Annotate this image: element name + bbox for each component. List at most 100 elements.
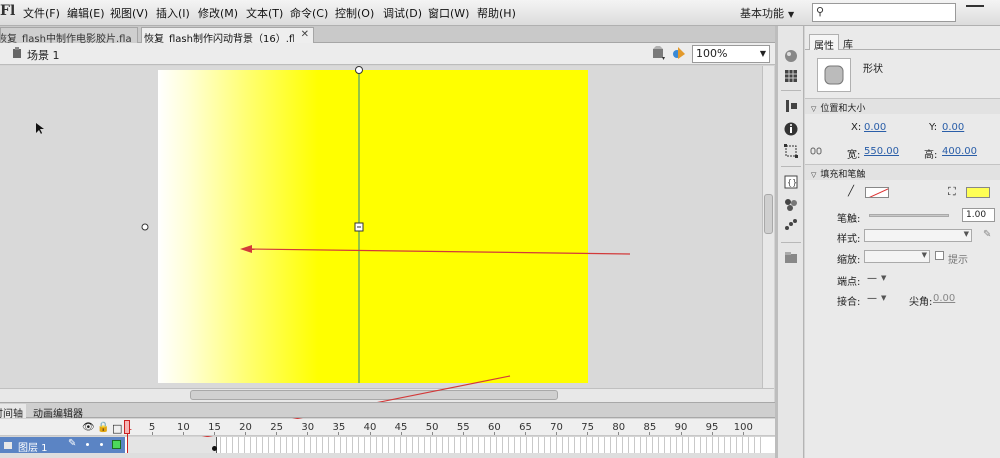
- menu-text[interactable]: 文本(T): [246, 5, 283, 21]
- layer-name-cell[interactable]: 图层 1 ✎: [0, 437, 125, 454]
- triangle-down-icon: ▽: [811, 171, 817, 179]
- cap-label: 端点:: [837, 277, 861, 288]
- transform-icon[interactable]: [782, 143, 800, 159]
- project-icon[interactable]: [782, 250, 800, 266]
- menu-edit[interactable]: 编辑(E): [67, 5, 105, 21]
- chevron-down-icon: ▼: [921, 251, 927, 259]
- code-snippets-icon[interactable]: {}: [782, 174, 800, 190]
- frame-tick: [742, 432, 744, 435]
- chevron-down-icon[interactable]: ▼: [881, 294, 886, 302]
- lock-icon[interactable]: 🔒: [97, 422, 109, 433]
- link-icon[interactable]: [810, 146, 822, 156]
- color-icon[interactable]: [782, 48, 800, 64]
- tab-timeline[interactable]: 时间轴: [0, 404, 26, 418]
- paint-bucket-icon: ⛶: [948, 185, 956, 198]
- layer-icon: [4, 442, 12, 449]
- document-tabs: 恢复_flash中制作电影胶片.fla 恢复_flash制作闪动背景（16）.f…: [0, 26, 775, 43]
- timeline-header: 👁 🔒 □ 1510152025303540455055606570758085…: [0, 419, 775, 436]
- edit-symbol-icon[interactable]: [672, 46, 686, 60]
- frame-tick: [556, 432, 558, 435]
- scrollbar-thumb[interactable]: [764, 194, 773, 234]
- miter-value[interactable]: 0.00: [933, 293, 955, 304]
- scale-select[interactable]: ▼: [864, 250, 930, 263]
- menu-control[interactable]: 控制(O): [335, 5, 374, 21]
- edit-stroke-style-icon[interactable]: ✎: [983, 229, 991, 240]
- visibility-dot[interactable]: [86, 443, 89, 446]
- workspace-label: 基本功能: [740, 7, 784, 20]
- section-fill-stroke[interactable]: ▽ 填充和笔触: [805, 164, 1000, 180]
- frame-tick: [431, 432, 433, 435]
- menu-window[interactable]: 窗口(W): [428, 5, 469, 21]
- no-color-icon: [869, 188, 888, 197]
- minimize-icon[interactable]: [966, 5, 984, 7]
- zoom-select[interactable]: 100% ▼: [692, 45, 770, 63]
- document-tab[interactable]: 恢复_flash中制作电影胶片.fla: [0, 27, 138, 43]
- height-value[interactable]: 400.00: [942, 146, 977, 157]
- menu-modify[interactable]: 修改(M): [198, 5, 238, 21]
- frame-tick: [245, 432, 247, 435]
- fill-color-swatch[interactable]: [966, 187, 990, 198]
- layer-outline-color[interactable]: [112, 440, 121, 449]
- help-search-input[interactable]: ⚲: [812, 3, 956, 22]
- frame-tick: [338, 432, 340, 435]
- menu-debug[interactable]: 调试(D): [383, 5, 422, 21]
- document-tab-active[interactable]: 恢复_flash制作闪动背景（16）.fla* ✕: [141, 27, 314, 43]
- horizontal-scrollbar[interactable]: [0, 388, 774, 402]
- frame-tick: [307, 432, 309, 435]
- stage-area[interactable]: [0, 66, 762, 388]
- workspace-switcher[interactable]: 基本功能 ▼: [740, 3, 802, 23]
- info-icon[interactable]: [782, 121, 800, 137]
- frame-tick: [680, 432, 682, 435]
- menu-view[interactable]: 视图(V): [110, 5, 148, 21]
- tab-motion-editor[interactable]: 动画编辑器: [30, 404, 110, 420]
- panel-icons-column: {}: [778, 26, 804, 458]
- outline-icon[interactable]: □: [112, 422, 122, 435]
- menu-file[interactable]: 文件(F): [23, 5, 60, 21]
- menu-insert[interactable]: 插入(I): [156, 5, 190, 21]
- hint-checkbox[interactable]: [935, 251, 944, 260]
- x-label: X:: [851, 122, 862, 133]
- chevron-down-icon[interactable]: ▼: [881, 274, 886, 282]
- lock-dot[interactable]: [100, 443, 103, 446]
- stage-canvas[interactable]: [158, 70, 588, 383]
- layer-row[interactable]: 图层 1 ✎: [0, 437, 775, 454]
- tab-library[interactable]: 库: [839, 34, 857, 51]
- playhead[interactable]: [124, 420, 130, 434]
- eye-icon[interactable]: 👁: [82, 422, 95, 433]
- chevron-down-icon: ▼: [759, 49, 766, 58]
- scrollbar-thumb[interactable]: [190, 390, 558, 400]
- menu-commands[interactable]: 命令(C): [290, 5, 328, 21]
- scene-breadcrumb[interactable]: 场景 1: [27, 47, 60, 63]
- swatches-icon[interactable]: [782, 68, 800, 84]
- align-icon[interactable]: [782, 98, 800, 114]
- edit-bar: 场景 1 ▾ 100% ▼: [0, 43, 775, 65]
- frame-tick: [493, 432, 495, 435]
- motion-presets-icon[interactable]: [782, 218, 800, 234]
- stroke-size-input[interactable]: 1.00: [962, 208, 995, 222]
- vertical-scrollbar[interactable]: [762, 66, 774, 388]
- section-position-size[interactable]: ▽ 位置和大小: [805, 98, 1000, 114]
- pencil-icon: ✎: [68, 438, 77, 449]
- stroke-slider[interactable]: [869, 214, 949, 217]
- frame-tick: [400, 432, 402, 435]
- frame-span[interactable]: [127, 437, 217, 453]
- close-icon[interactable]: ✕: [301, 29, 309, 40]
- join-select[interactable]: —: [867, 293, 877, 304]
- components-icon[interactable]: [782, 196, 800, 212]
- keyframe[interactable]: [212, 446, 217, 451]
- style-select[interactable]: ▼: [864, 229, 972, 242]
- menu-help[interactable]: 帮助(H): [477, 5, 516, 21]
- menu-bar: Fl 文件(F) 编辑(E) 视图(V) 插入(I) 修改(M) 文本(T) 命…: [0, 0, 1000, 26]
- properties-tabs: 属性 库: [805, 34, 1000, 52]
- y-value[interactable]: 0.00: [942, 122, 964, 133]
- cap-select[interactable]: —: [867, 273, 877, 284]
- edit-scene-icon[interactable]: ▾: [652, 46, 666, 60]
- frame-cells[interactable]: [125, 437, 763, 453]
- tab-properties[interactable]: 属性: [809, 34, 839, 52]
- width-value[interactable]: 550.00: [864, 146, 899, 157]
- frame-tick: [462, 432, 464, 435]
- timeline-tabs: 时间轴 动画编辑器: [0, 402, 775, 420]
- x-value[interactable]: 0.00: [864, 122, 886, 133]
- height-label: 高:: [924, 150, 938, 161]
- stroke-color-swatch[interactable]: [865, 187, 889, 198]
